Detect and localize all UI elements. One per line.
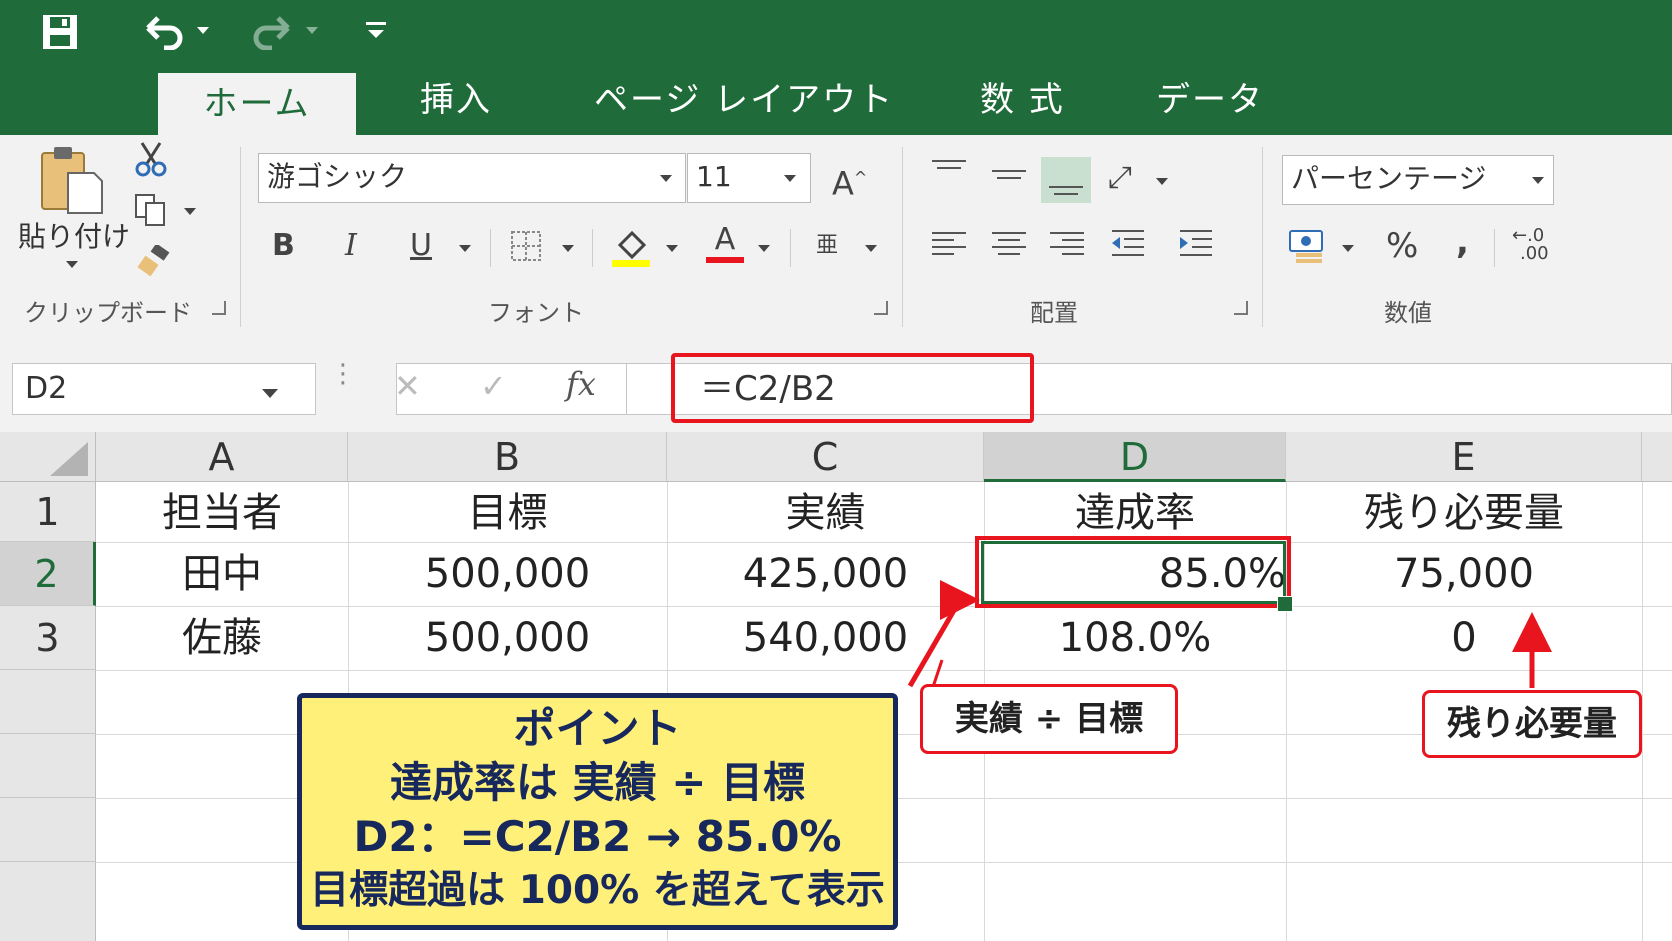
point-line-1: 達成率は 実績 ÷ 目標 (389, 758, 806, 807)
point-line-2: D2：=C2/B2 → 85.0% (353, 812, 842, 861)
point-line-3: 目標超過は 100% を超えて表示 (310, 868, 885, 913)
arrow-to-d2 (907, 582, 971, 688)
formula-callout: 実績 ÷ 目標 (920, 684, 1178, 754)
point-note-box: ポイント 達成率は 実績 ÷ 目標 D2：=C2/B2 → 85.0% 目標超過… (297, 693, 898, 930)
point-title: ポイント (513, 704, 682, 753)
remaining-callout: 残り必要量 (1422, 690, 1642, 758)
